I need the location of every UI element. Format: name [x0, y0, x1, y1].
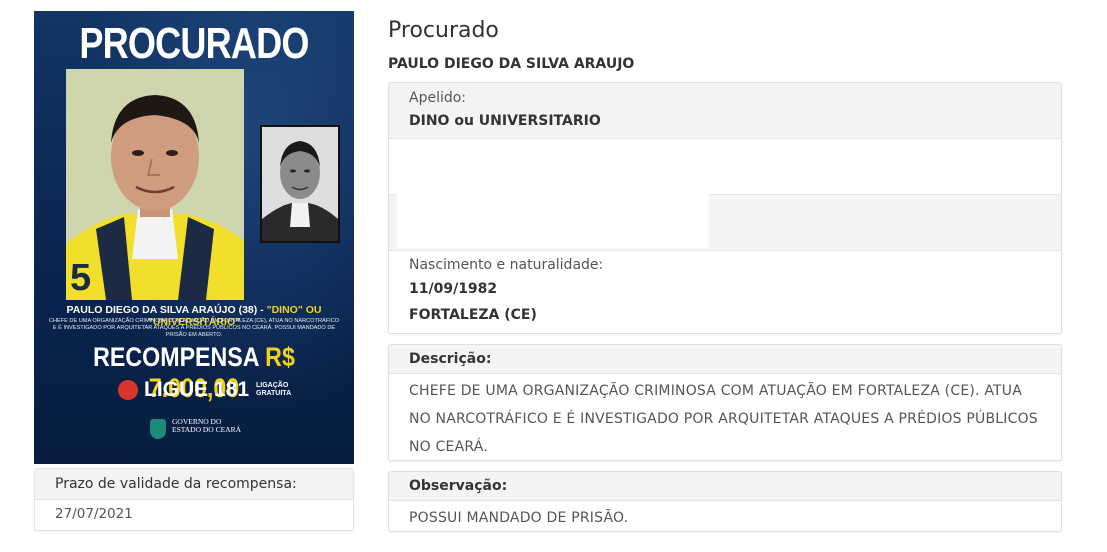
suspect-portrait	[66, 69, 244, 300]
description-label: Descrição:	[389, 345, 1061, 374]
observation-label: Observação:	[389, 472, 1061, 501]
alias-label: Apelido:	[409, 90, 467, 106]
government-label: GOVERNO DO ESTADO DO CEARÁ	[172, 418, 241, 434]
page-title: Procurado	[388, 18, 499, 43]
suspect-photo: 5	[66, 69, 244, 300]
alias-row: Apelido: DINO ou UNIVERSITARIO	[389, 83, 1061, 139]
birth-place: FORTALEZA (CE)	[409, 307, 537, 323]
phone-label: LIGUE 181	[144, 378, 250, 401]
birth-label: Nascimento e naturalidade:	[409, 257, 604, 273]
reward-validity-value: 27/07/2021	[55, 506, 133, 522]
wanted-poster-image: PROCURADO 5 PAULO DIEGO DA SILVA ARAÚJO …	[34, 11, 354, 464]
details-card: Apelido: DINO ou UNIVERSITARIO Nasciment…	[388, 82, 1062, 334]
birth-date: 11/09/1982	[409, 281, 498, 297]
redacted-area	[397, 192, 709, 248]
phone-note: LIGAÇÃO GRATUITA	[256, 382, 292, 397]
birth-row: Nascimento e naturalidade: 11/09/1982 FO…	[389, 251, 1061, 333]
suspect-full-name: PAULO DIEGO DA SILVA ARAUJO	[388, 56, 635, 72]
poster-heading: PROCURADO	[79, 19, 309, 68]
government-crest-icon	[150, 419, 166, 439]
reward-validity-label: Prazo de validade da recompensa:	[35, 469, 353, 500]
reward-validity-card: Prazo de validade da recompensa: 27/07/2…	[34, 468, 354, 531]
suspect-photo-bw	[260, 125, 340, 243]
suspect-portrait-bw	[262, 127, 338, 241]
poster-phone: LIGUE 181 LIGAÇÃO GRATUITA	[118, 378, 291, 402]
blank-row-1	[389, 139, 1061, 195]
phone-icon	[118, 380, 138, 400]
government-line-2: ESTADO DO CEARÁ	[172, 425, 241, 434]
alias-value: DINO ou UNIVERSITARIO	[409, 113, 601, 129]
jersey-number: 5	[70, 257, 92, 299]
poster-name: PAULO DIEGO DA SILVA ARAÚJO (38) -	[66, 304, 264, 316]
poster-description: CHEFE DE UMA ORGANIZAÇÃO CRIMINOSA COM A…	[48, 318, 340, 338]
description-text: CHEFE DE UMA ORGANIZAÇÃO CRIMINOSA COM A…	[409, 383, 1038, 455]
description-card: Descrição: CHEFE DE UMA ORGANIZAÇÃO CRIM…	[388, 344, 1062, 461]
observation-card: Observação: POSSUI MANDADO DE PRISÃO.	[388, 471, 1062, 532]
observation-text: POSSUI MANDADO DE PRISÃO.	[409, 510, 629, 526]
reward-label: RECOMPENSA	[93, 342, 259, 372]
